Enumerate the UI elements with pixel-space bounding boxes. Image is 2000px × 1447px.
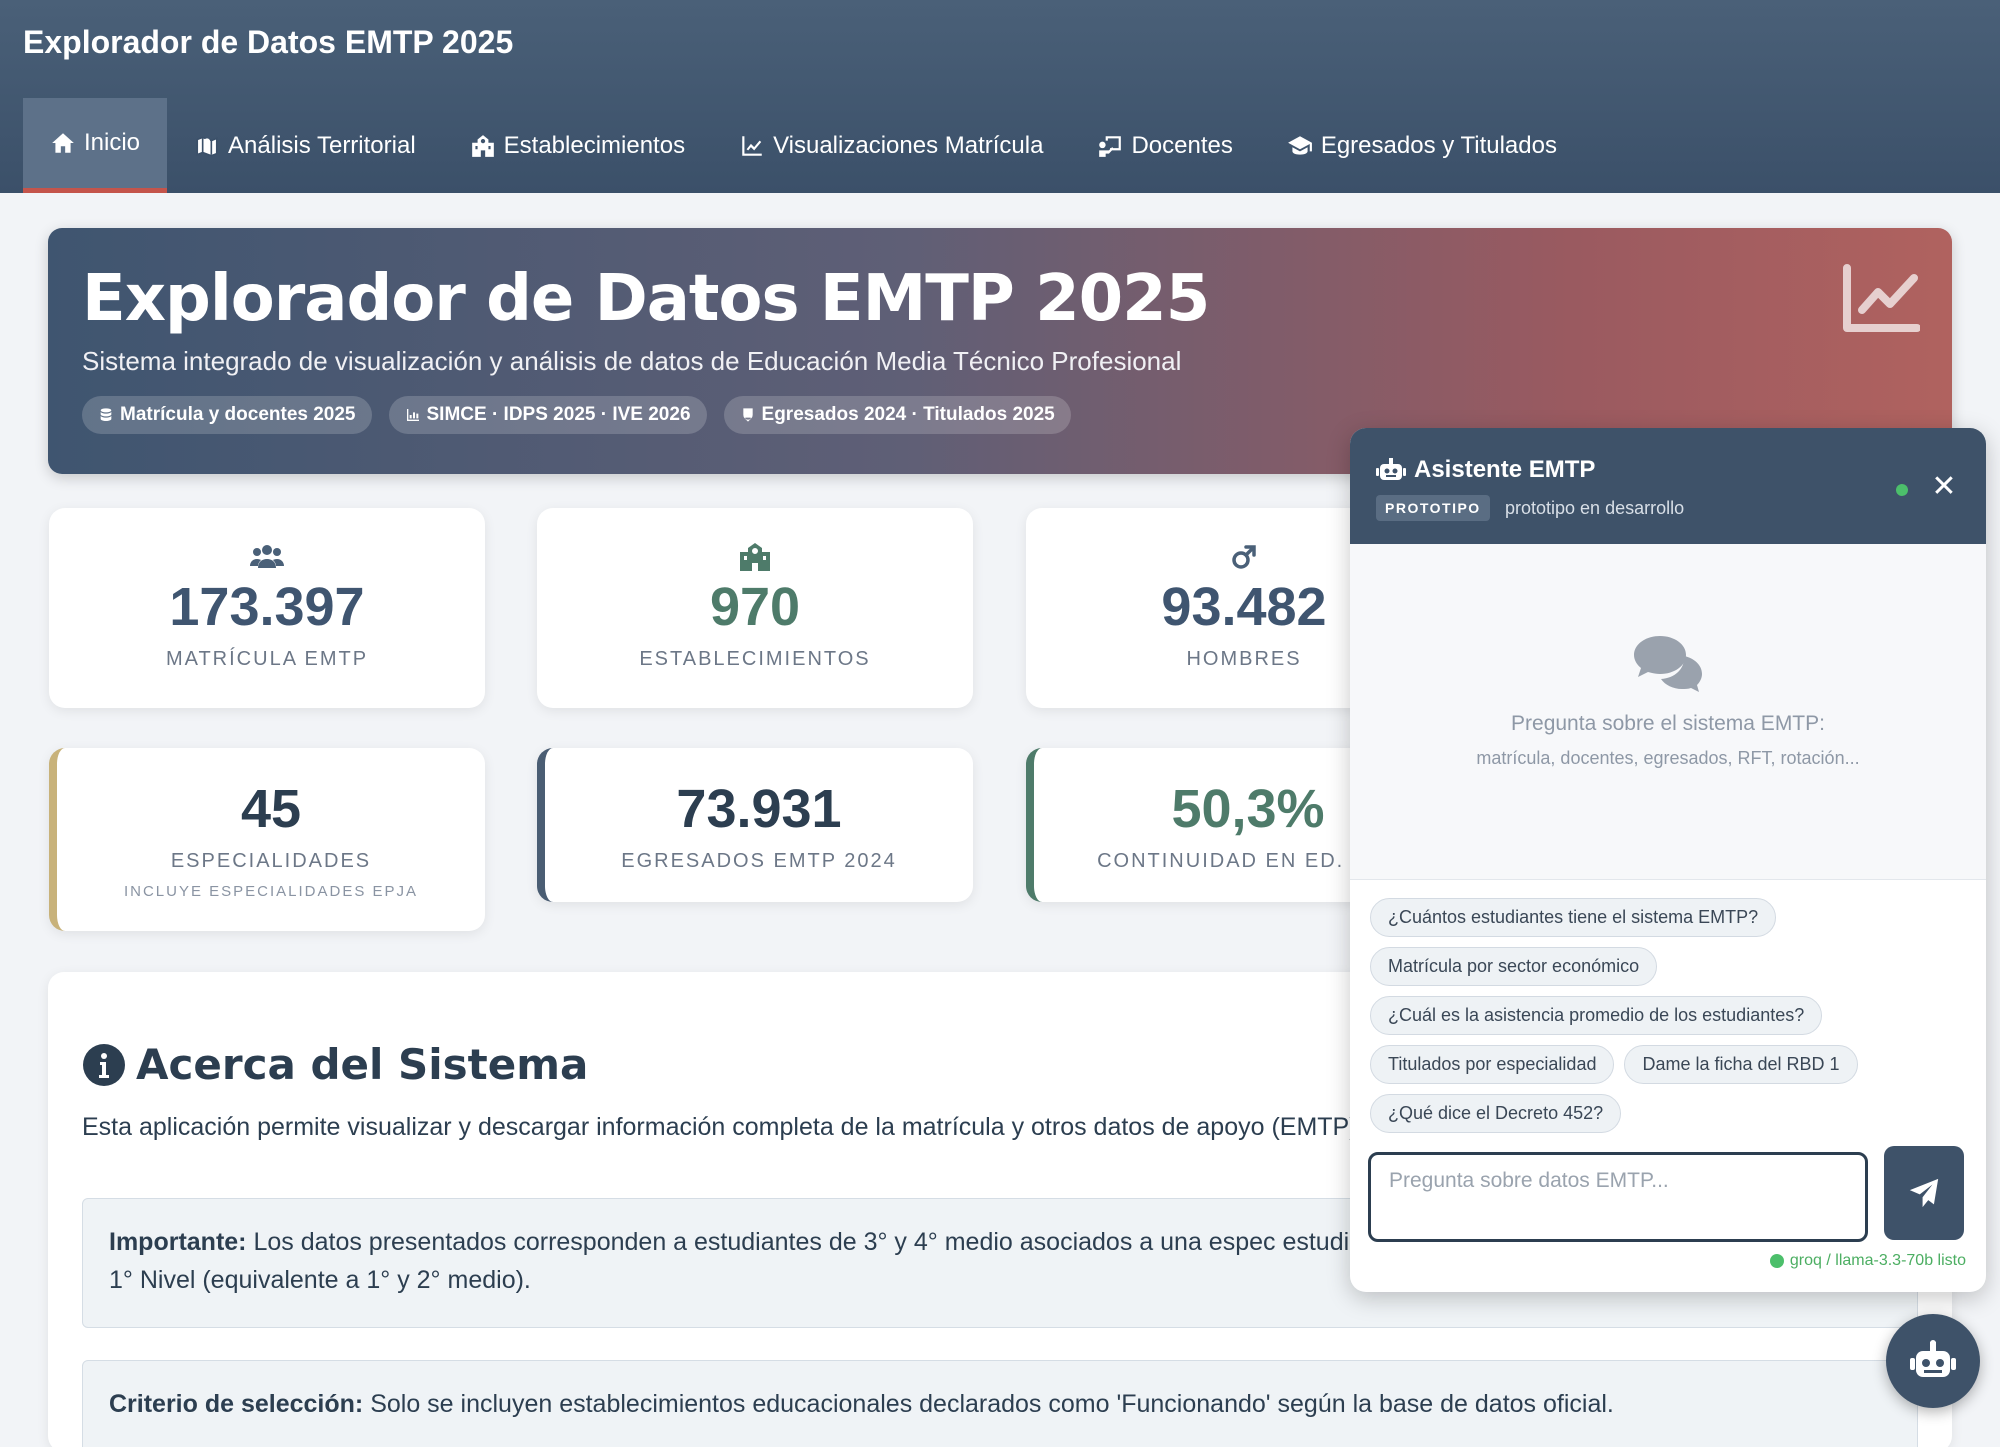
model-status-dot xyxy=(1769,1254,1784,1268)
tag-matricula-docentes: Matrícula y docentes 2025 xyxy=(82,396,372,434)
note-label: Criterio de selección: xyxy=(109,1390,364,1418)
suggestion-chip[interactable]: Dame la ficha del RBD 1 xyxy=(1624,1045,1858,1084)
suggestion-chip[interactable]: Titulados por especialidad xyxy=(1370,1045,1615,1084)
tab-docentes[interactable]: Docentes xyxy=(1070,98,1259,193)
chat-message-input[interactable] xyxy=(1368,1152,1868,1242)
map-icon xyxy=(196,135,218,157)
note-text: Solo se incluyen establecimientos educac… xyxy=(363,1390,1614,1418)
model-status: groq / llama-3.3-70b listo xyxy=(1769,1252,1966,1270)
stat-value: 173.397 xyxy=(169,577,365,637)
stat-label: MATRÍCULA EMTP xyxy=(165,648,369,670)
criteria-note: Criterio de selección: Solo se incluyen … xyxy=(82,1360,1918,1447)
open-assistant-button[interactable] xyxy=(1886,1314,1980,1408)
robot-icon xyxy=(1910,1340,1956,1377)
home-icon xyxy=(52,133,74,153)
stat-card-egresados: 73.931 EGRESADOS EMTP 2024 xyxy=(537,748,973,902)
tab-inicio[interactable]: Inicio xyxy=(23,98,168,193)
tab-label: Análisis Territorial xyxy=(228,131,416,159)
empty-state-title: Pregunta sobre el sistema EMTP: xyxy=(1511,712,1825,735)
note-label: Importante: xyxy=(109,1228,247,1256)
hero-subtitle: Sistema integrado de visualización y aná… xyxy=(82,346,1182,376)
suggestion-chip[interactable]: Matrícula por sector económico xyxy=(1370,947,1658,986)
stat-card-especialidades: 45 ESPECIALIDADES INCLUYE ESPECIALIDADES… xyxy=(49,748,485,931)
chat-messages-area: Pregunta sobre el sistema EMTP: matrícul… xyxy=(1350,544,1986,880)
school-icon xyxy=(740,543,770,571)
app-title: Explorador de Datos EMTP 2025 xyxy=(23,24,514,60)
chart-line-icon xyxy=(1843,264,1920,332)
chart-line-icon xyxy=(742,135,762,156)
bar-chart-icon xyxy=(406,409,419,421)
tab-visualizaciones-matricula[interactable]: Visualizaciones Matrícula xyxy=(712,98,1070,193)
stat-label: ESPECIALIDADES xyxy=(170,850,372,872)
info-icon xyxy=(83,1043,125,1086)
users-icon xyxy=(250,545,284,568)
chat-header: Asistente EMTP PROTOTIPO prototipo en de… xyxy=(1350,428,1986,544)
hero-title: Explorador de Datos EMTP 2025 xyxy=(82,262,1210,336)
tab-label: Visualizaciones Matrícula xyxy=(773,131,1044,159)
stat-value: 970 xyxy=(709,577,801,637)
database-icon xyxy=(100,408,112,421)
stat-value: 45 xyxy=(240,779,302,839)
stat-label: ESTABLECIMIENTOS xyxy=(639,648,871,670)
hero-tags: Matrícula y docentes 2025 SIMCE · IDPS 2… xyxy=(82,396,1071,434)
male-icon xyxy=(1232,545,1256,569)
suggestion-chips: ¿Cuántos estudiantes tiene el sistema EM… xyxy=(1370,898,1970,1133)
prototype-note: prototipo en desarrollo xyxy=(1505,498,1685,518)
tab-label: Inicio xyxy=(84,129,141,156)
stat-label: EGRESADOS EMTP 2024 xyxy=(621,850,897,872)
stat-sublabel: INCLUYE ESPECIALIDADES EPJA xyxy=(123,883,419,900)
assistant-chat-panel: Asistente EMTP PROTOTIPO prototipo en de… xyxy=(1350,428,1986,1292)
tab-egresados-titulados[interactable]: Egresados y Titulados xyxy=(1260,98,1584,193)
graduation-cap-icon xyxy=(1287,135,1312,155)
chat-title: Asistente EMTP xyxy=(1376,456,1595,484)
teacher-icon xyxy=(1099,135,1122,157)
top-app-bar: Explorador de Datos EMTP 2025 Inicio Aná… xyxy=(0,0,2000,193)
main-nav: Inicio Análisis Territorial Establecimie… xyxy=(23,98,1584,193)
stat-card-establecimientos: 970 ESTABLECIMIENTOS xyxy=(537,508,973,708)
tab-analisis-territorial[interactable]: Análisis Territorial xyxy=(167,98,443,193)
tab-label: Egresados y Titulados xyxy=(1320,131,1557,159)
suggestion-chip[interactable]: ¿Qué dice el Decreto 452? xyxy=(1370,1094,1622,1133)
tab-establecimientos[interactable]: Establecimientos xyxy=(443,98,712,193)
paper-plane-icon xyxy=(1909,1178,1939,1208)
empty-state-subtitle: matrícula, docentes, egresados, RFT, rot… xyxy=(1476,748,1860,768)
suggestion-chip[interactable]: ¿Cuántos estudiantes tiene el sistema EM… xyxy=(1370,898,1777,937)
stat-card-matricula: 173.397 MATRÍCULA EMTP xyxy=(49,508,485,708)
award-icon xyxy=(742,408,753,422)
tab-label: Establecimientos xyxy=(503,131,686,159)
robot-icon xyxy=(1376,458,1406,480)
school-icon xyxy=(471,134,494,157)
prototype-badge: PROTOTIPO xyxy=(1376,495,1490,521)
tag-egresados: Egresados 2024 · Titulados 2025 xyxy=(723,396,1071,434)
tab-label: Docentes xyxy=(1131,131,1233,159)
suggestion-chip[interactable]: ¿Cuál es la asistencia promedio de los e… xyxy=(1370,996,1823,1035)
tag-simce: SIMCE · IDPS 2025 · IVE 2026 xyxy=(388,396,707,434)
online-status-dot xyxy=(1896,484,1908,496)
send-message-button[interactable] xyxy=(1884,1146,1964,1240)
close-chat-button[interactable]: ✕ xyxy=(1928,472,1960,504)
comments-icon xyxy=(1634,636,1702,692)
about-title: Acerca del Sistema xyxy=(82,1040,588,1089)
stat-value: 73.931 xyxy=(676,779,842,839)
